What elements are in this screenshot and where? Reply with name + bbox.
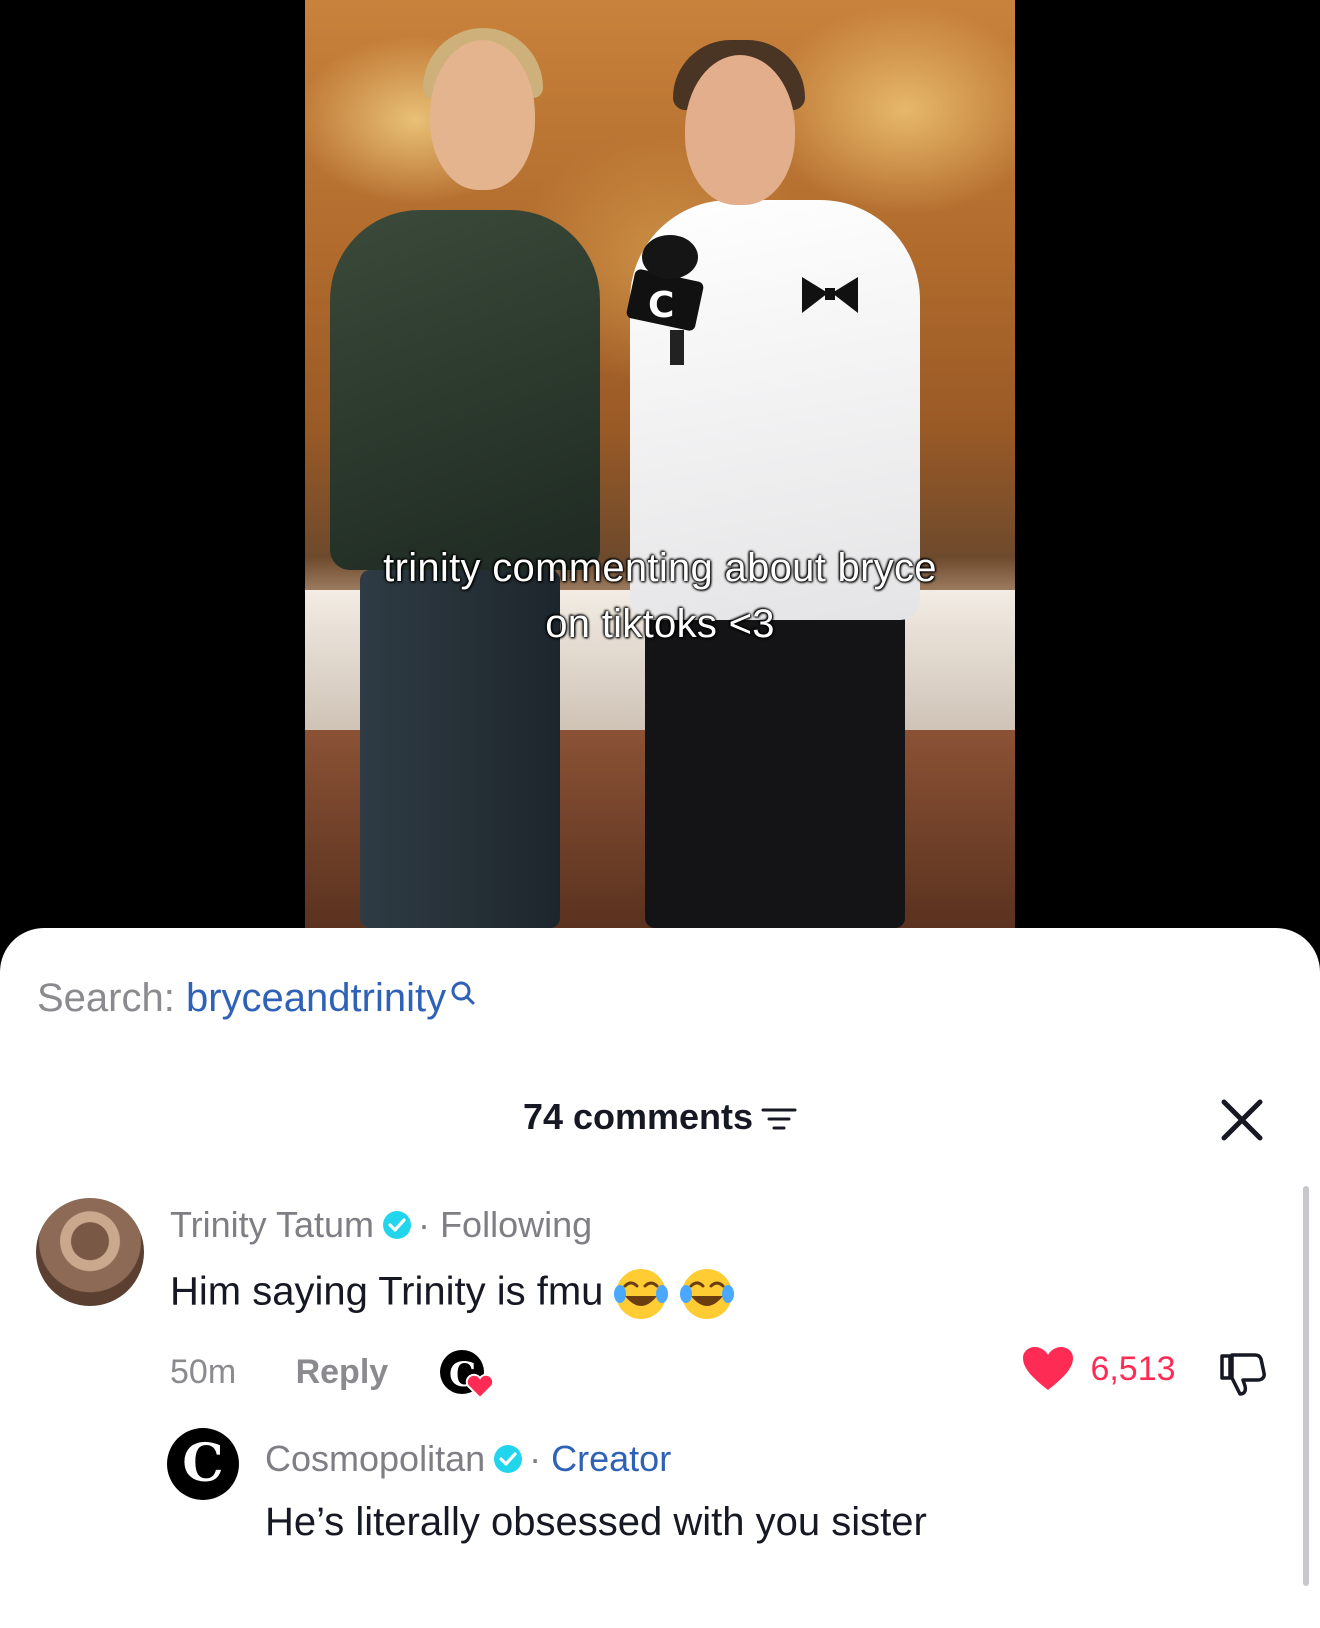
comments-count-label: 74 comments bbox=[522, 1096, 754, 1137]
like-group[interactable]: 6,513 bbox=[1022, 1346, 1176, 1396]
bowtie-icon bbox=[802, 277, 858, 313]
heart-icon[interactable] bbox=[1022, 1346, 1074, 1392]
creator-liked-icon: C bbox=[439, 1350, 494, 1400]
reply-author-row: Cosmopolitan · Creator bbox=[265, 1438, 671, 1480]
video-player[interactable]: C trinity commenting about bryce on tikt… bbox=[0, 0, 1320, 960]
laughing-emoji-icon bbox=[680, 1269, 735, 1319]
scrollbar[interactable] bbox=[1303, 1186, 1309, 1586]
verified-icon bbox=[383, 1211, 412, 1240]
like-count: 6,513 bbox=[1090, 1349, 1176, 1388]
dislike-icon[interactable] bbox=[1218, 1350, 1270, 1398]
comment-author[interactable]: Trinity Tatum bbox=[170, 1204, 374, 1245]
reply-author[interactable]: Cosmopolitan bbox=[265, 1438, 485, 1479]
comment-meta-row: 50m Reply C bbox=[170, 1348, 498, 1400]
interviewer-jacket bbox=[330, 210, 600, 570]
microphone-icon: C bbox=[626, 235, 704, 365]
caption-line-2: on tiktoks <3 bbox=[545, 602, 775, 646]
search-suggestion[interactable]: Search: bryceandtrinity bbox=[37, 976, 476, 1021]
verified-icon bbox=[494, 1445, 523, 1474]
caption-line-1: trinity commenting about bryce bbox=[383, 546, 937, 590]
interviewer-face bbox=[430, 40, 535, 190]
search-icon[interactable] bbox=[450, 980, 476, 1006]
video-frame[interactable]: C bbox=[305, 0, 1015, 928]
separator-dot: · bbox=[529, 1438, 542, 1479]
comment-author-row: Trinity Tatum · Following bbox=[170, 1204, 592, 1246]
avatar[interactable] bbox=[36, 1198, 144, 1306]
comments-sheet: Search: bryceandtrinity 74 comments Trin… bbox=[0, 928, 1320, 1628]
following-label: Following bbox=[440, 1204, 593, 1245]
guest-face bbox=[685, 55, 795, 205]
close-icon[interactable] bbox=[1218, 1096, 1266, 1144]
comment-time: 50m bbox=[170, 1352, 237, 1391]
reply-avatar[interactable]: C bbox=[167, 1428, 239, 1500]
mic-logo: C bbox=[648, 285, 674, 326]
reply-text[interactable]: He’s literally obsessed with you sister bbox=[265, 1500, 927, 1545]
creator-badge: Creator bbox=[551, 1438, 672, 1479]
separator-dot: · bbox=[418, 1204, 431, 1245]
search-prefix: Search: bbox=[37, 976, 175, 1020]
comment-text: Him saying Trinity is fmu bbox=[170, 1269, 604, 1314]
video-caption: trinity commenting about bryce on tiktok… bbox=[305, 540, 1015, 652]
sort-icon[interactable] bbox=[761, 1104, 797, 1134]
comment-text-row[interactable]: Him saying Trinity is fmu bbox=[170, 1266, 735, 1322]
laughing-emoji-icon bbox=[614, 1269, 669, 1319]
search-term-link[interactable]: bryceandtrinity bbox=[186, 976, 446, 1020]
reply-button[interactable]: Reply bbox=[296, 1353, 389, 1391]
comments-count: 74 comments bbox=[0, 1096, 1320, 1138]
